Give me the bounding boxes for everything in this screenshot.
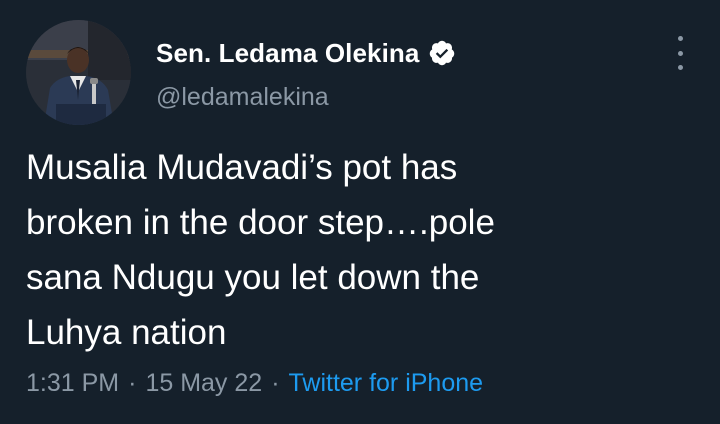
more-dot	[677, 50, 683, 56]
tweet-time[interactable]: 1:31 PM	[26, 369, 119, 398]
verified-badge-icon	[428, 39, 456, 67]
tweet-text: Musalia Mudavadi’s pot has broken in the…	[26, 148, 495, 352]
meta-separator: ·	[271, 369, 280, 397]
tweet-date[interactable]: 15 May 22	[145, 369, 262, 398]
meta-separator: ·	[128, 369, 137, 397]
author-name-row: Sen. Ledama Olekina	[156, 36, 456, 70]
profile-photo	[26, 20, 131, 125]
more-dot	[677, 36, 683, 41]
tweet-meta: 1:31 PM · 15 May 22 · Twitter for iPhone	[26, 369, 483, 398]
more-dot	[677, 65, 683, 70]
tweet-card: Sen. Ledama Olekina @ledamalekina Musali…	[0, 0, 720, 424]
more-options-icon[interactable]	[670, 36, 690, 70]
author-handle[interactable]: @ledamalekina	[156, 83, 329, 112]
avatar[interactable]	[26, 20, 131, 125]
tweet-source-link[interactable]: Twitter for iPhone	[289, 369, 484, 398]
author-display-name[interactable]: Sen. Ledama Olekina	[156, 38, 419, 69]
